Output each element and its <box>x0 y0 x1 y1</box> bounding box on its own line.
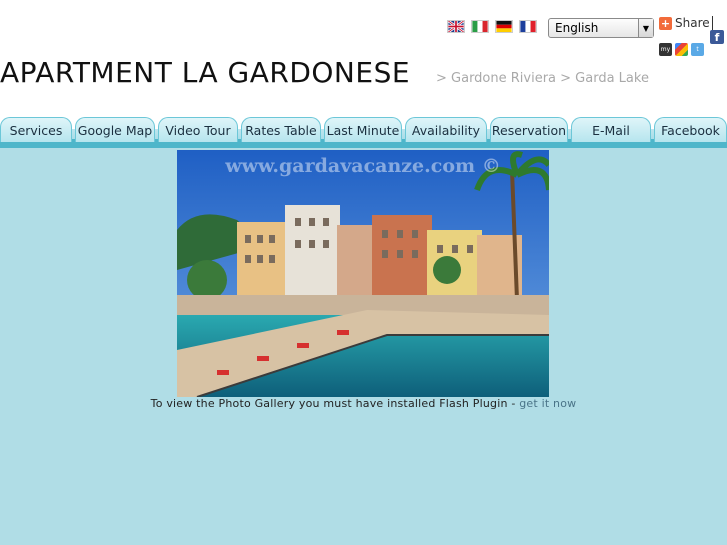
language-flags <box>447 20 537 33</box>
share-button[interactable]: + Share <box>659 16 710 30</box>
tab-last-minute[interactable]: Last Minute <box>324 117 402 142</box>
site-title: APARTMENT LA GARDONESE <box>0 56 411 89</box>
tab-availability[interactable]: Availability <box>405 117 487 142</box>
language-select[interactable]: English ▼ <box>548 18 654 38</box>
italy-flag-icon[interactable] <box>471 20 489 33</box>
facebook-icon[interactable]: f <box>710 30 724 44</box>
get-flash-link[interactable]: get it now <box>519 397 576 410</box>
google-bookmark-icon[interactable] <box>675 43 688 56</box>
flash-message: To view the Photo Gallery you must have … <box>150 397 516 410</box>
uk-flag-icon[interactable] <box>447 20 465 33</box>
social-icons: my t <box>659 43 704 56</box>
lake-garda-photo: www.gardavacanze.com © <box>177 150 549 397</box>
twitter-icon[interactable]: t <box>691 43 704 56</box>
france-flag-icon[interactable] <box>519 20 537 33</box>
flash-plugin-notice: To view the Photo Gallery you must have … <box>0 397 727 410</box>
myspace-icon[interactable]: my <box>659 43 672 56</box>
share-divider <box>712 16 713 30</box>
language-select-value: English <box>555 21 599 35</box>
chevron-down-icon[interactable]: ▼ <box>638 19 653 37</box>
share-plus-icon: + <box>659 16 672 30</box>
germany-flag-icon[interactable] <box>495 20 513 33</box>
tab-email[interactable]: E-Mail <box>571 117 651 142</box>
share-label: Share <box>675 16 710 30</box>
tab-reservation[interactable]: Reservation <box>490 117 568 142</box>
gallery-photo[interactable]: www.gardavacanze.com © <box>177 150 549 397</box>
tab-google-map[interactable]: Google Map <box>75 117 155 142</box>
tab-rates-table[interactable]: Rates Table <box>241 117 321 142</box>
photo-watermark: www.gardavacanze.com © <box>224 155 500 177</box>
tab-facebook[interactable]: Facebook <box>654 117 727 142</box>
breadcrumb[interactable]: > Gardone Riviera > Garda Lake <box>436 71 649 86</box>
tab-video-tour[interactable]: Video Tour <box>158 117 238 142</box>
tab-services[interactable]: Services <box>0 117 72 142</box>
